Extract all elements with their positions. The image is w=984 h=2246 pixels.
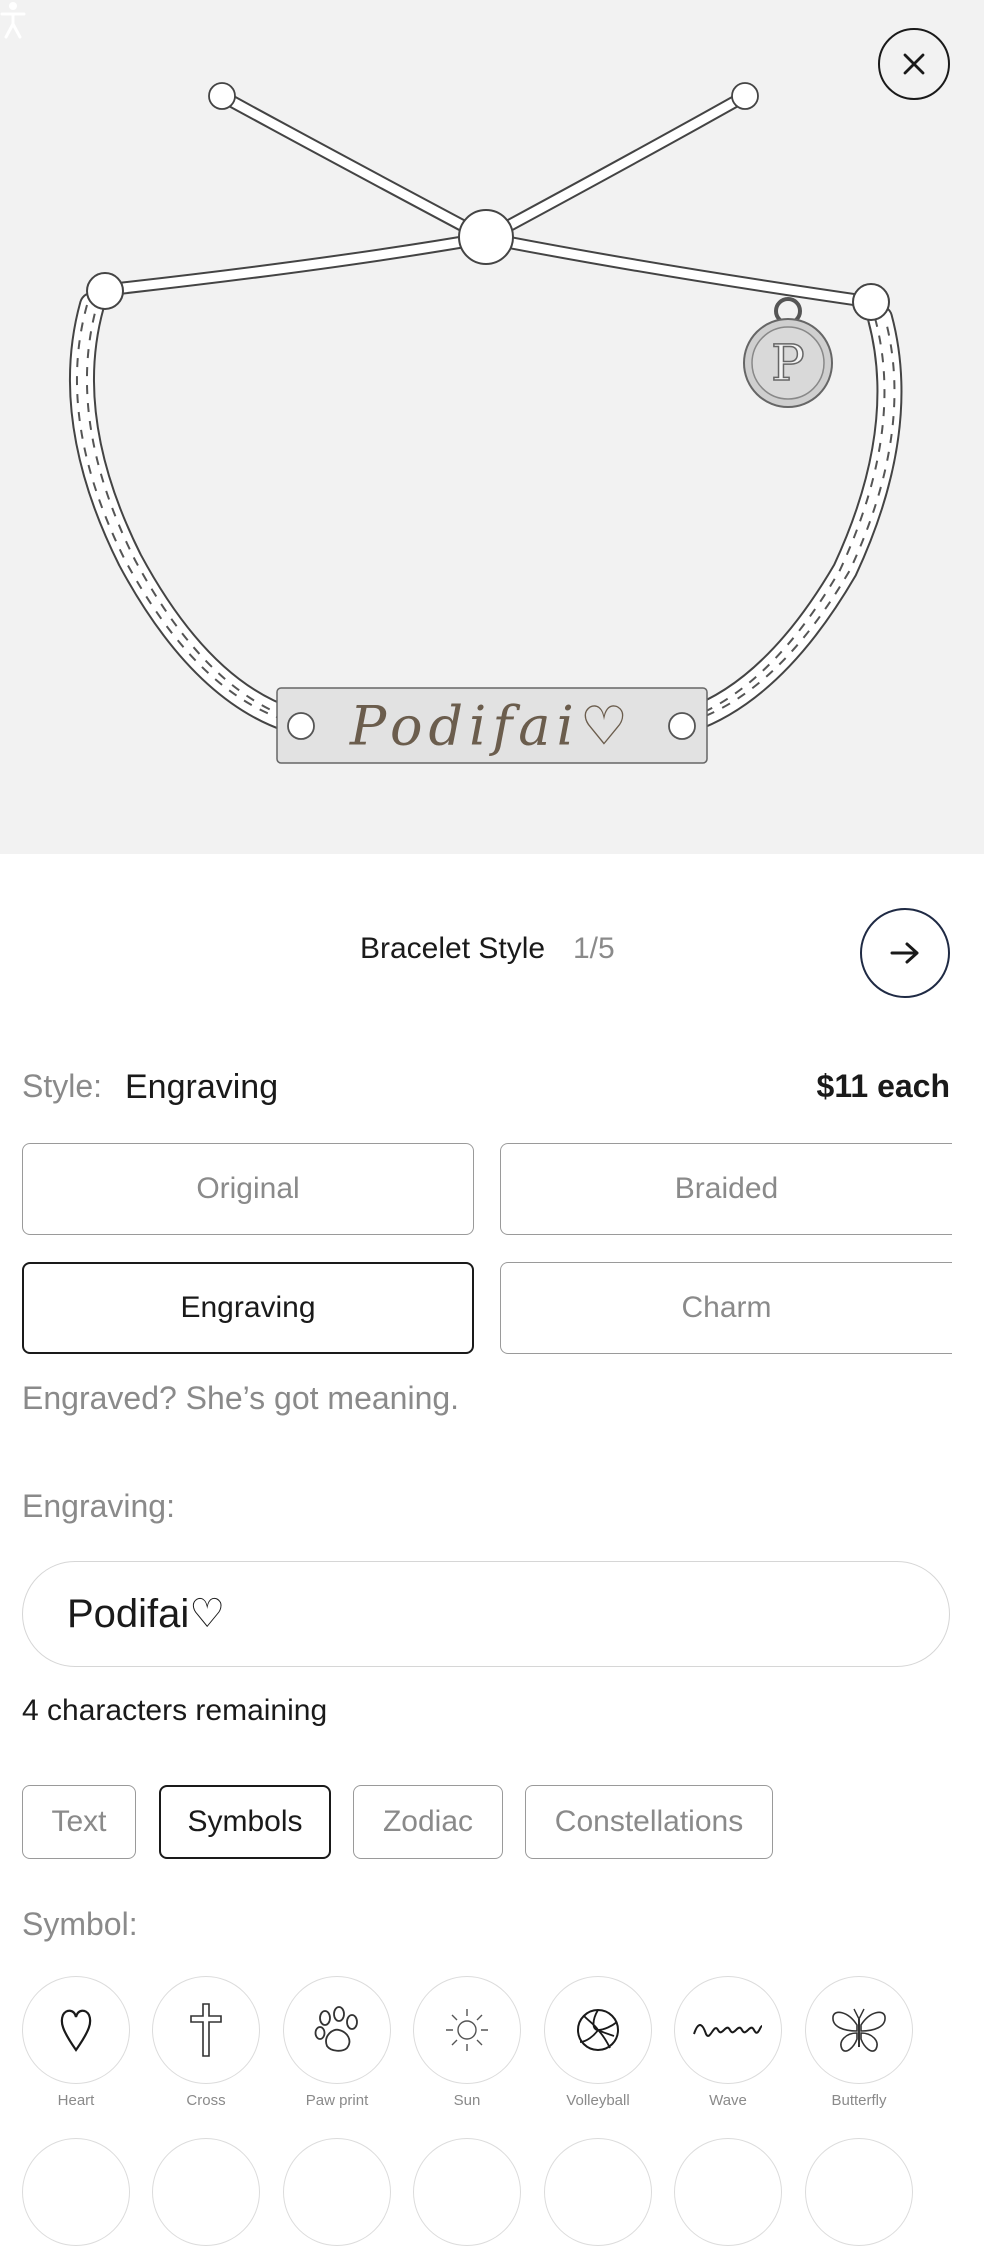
symbol-paw-print[interactable]: Paw print — [282, 1976, 392, 2109]
tab-text[interactable]: Text — [22, 1785, 136, 1859]
charm-letter: P — [770, 333, 805, 393]
style-option-braided[interactable]: Braided — [500, 1143, 952, 1235]
butterfly-icon — [832, 2008, 886, 2052]
style-label: Style: — [22, 1068, 103, 1104]
style-tagline: Engraved? She’s got meaning. — [22, 1380, 460, 1416]
symbol-butterfly[interactable]: Butterfly — [804, 1976, 914, 2109]
symbol-cross[interactable]: Cross — [151, 1976, 261, 2109]
tab-zodiac[interactable]: Zodiac — [353, 1785, 503, 1859]
symbol-more[interactable] — [805, 2138, 913, 2246]
symbol-wave[interactable]: Wave — [673, 1976, 783, 2109]
symbol-moon[interactable] — [22, 2138, 130, 2246]
symbol-name: Heart — [57, 2092, 95, 2109]
heart-icon — [60, 2009, 92, 2052]
symbol-name: Sun — [453, 2092, 481, 2109]
symbol-name: Cross — [186, 2092, 226, 2109]
symbol-name: Paw print — [305, 2092, 369, 2109]
volleyball-icon — [577, 2009, 619, 2051]
symbol-cat[interactable] — [283, 2138, 391, 2246]
style-option-original[interactable]: Original — [22, 1143, 474, 1235]
next-step-button[interactable] — [860, 908, 950, 998]
symbol-music-note[interactable] — [674, 2138, 782, 2246]
close-button[interactable] — [878, 28, 950, 100]
arrow-right-icon — [890, 942, 919, 964]
style-summary: Style: Engraving $11 each — [22, 1068, 950, 1112]
engraving-label: Engraving: — [22, 1488, 175, 1524]
accessibility-icon[interactable] — [0, 0, 26, 40]
style-value: Engraving — [125, 1068, 279, 1106]
style-option-charm[interactable]: Charm — [500, 1262, 952, 1354]
step-count: 1/5 — [573, 932, 615, 965]
symbol-name: Volleyball — [566, 2092, 630, 2109]
step-header: Bracelet Style 1/5 — [0, 908, 984, 998]
style-option-engraving[interactable]: Engraving — [22, 1262, 474, 1354]
symbol-volleyball[interactable]: Volleyball — [543, 1976, 653, 2109]
symbol-flower[interactable] — [413, 2138, 521, 2246]
symbol-globe[interactable] — [152, 2138, 260, 2246]
engraving-input-value: Podifai♡ — [67, 1592, 226, 1636]
sun-icon — [446, 2009, 488, 2051]
characters-remaining: 4 characters remaining — [22, 1694, 328, 1727]
symbol-sun[interactable]: Sun — [412, 1976, 522, 2109]
symbol-heart[interactable]: Heart — [21, 1976, 131, 2109]
tab-constellations[interactable]: Constellations — [525, 1785, 773, 1859]
tab-symbols[interactable]: Symbols — [159, 1785, 331, 1859]
engraving-input[interactable]: Podifai♡ — [22, 1561, 950, 1667]
paw-print-icon — [314, 2006, 358, 2052]
symbol-star[interactable] — [544, 2138, 652, 2246]
symbol-name: Butterfly — [831, 2092, 887, 2109]
close-icon — [903, 53, 925, 75]
step-title: Bracelet Style — [360, 932, 546, 965]
price: $11 each — [816, 1068, 950, 1104]
symbol-label: Symbol: — [22, 1906, 138, 1942]
bracelet-preview: P Podifai♡ — [0, 0, 984, 854]
symbol-name: Wave — [709, 2092, 747, 2109]
cross-icon — [190, 2003, 222, 2057]
wave-icon — [693, 2024, 763, 2037]
engraving-preview-text: Podifai♡ — [349, 694, 635, 758]
